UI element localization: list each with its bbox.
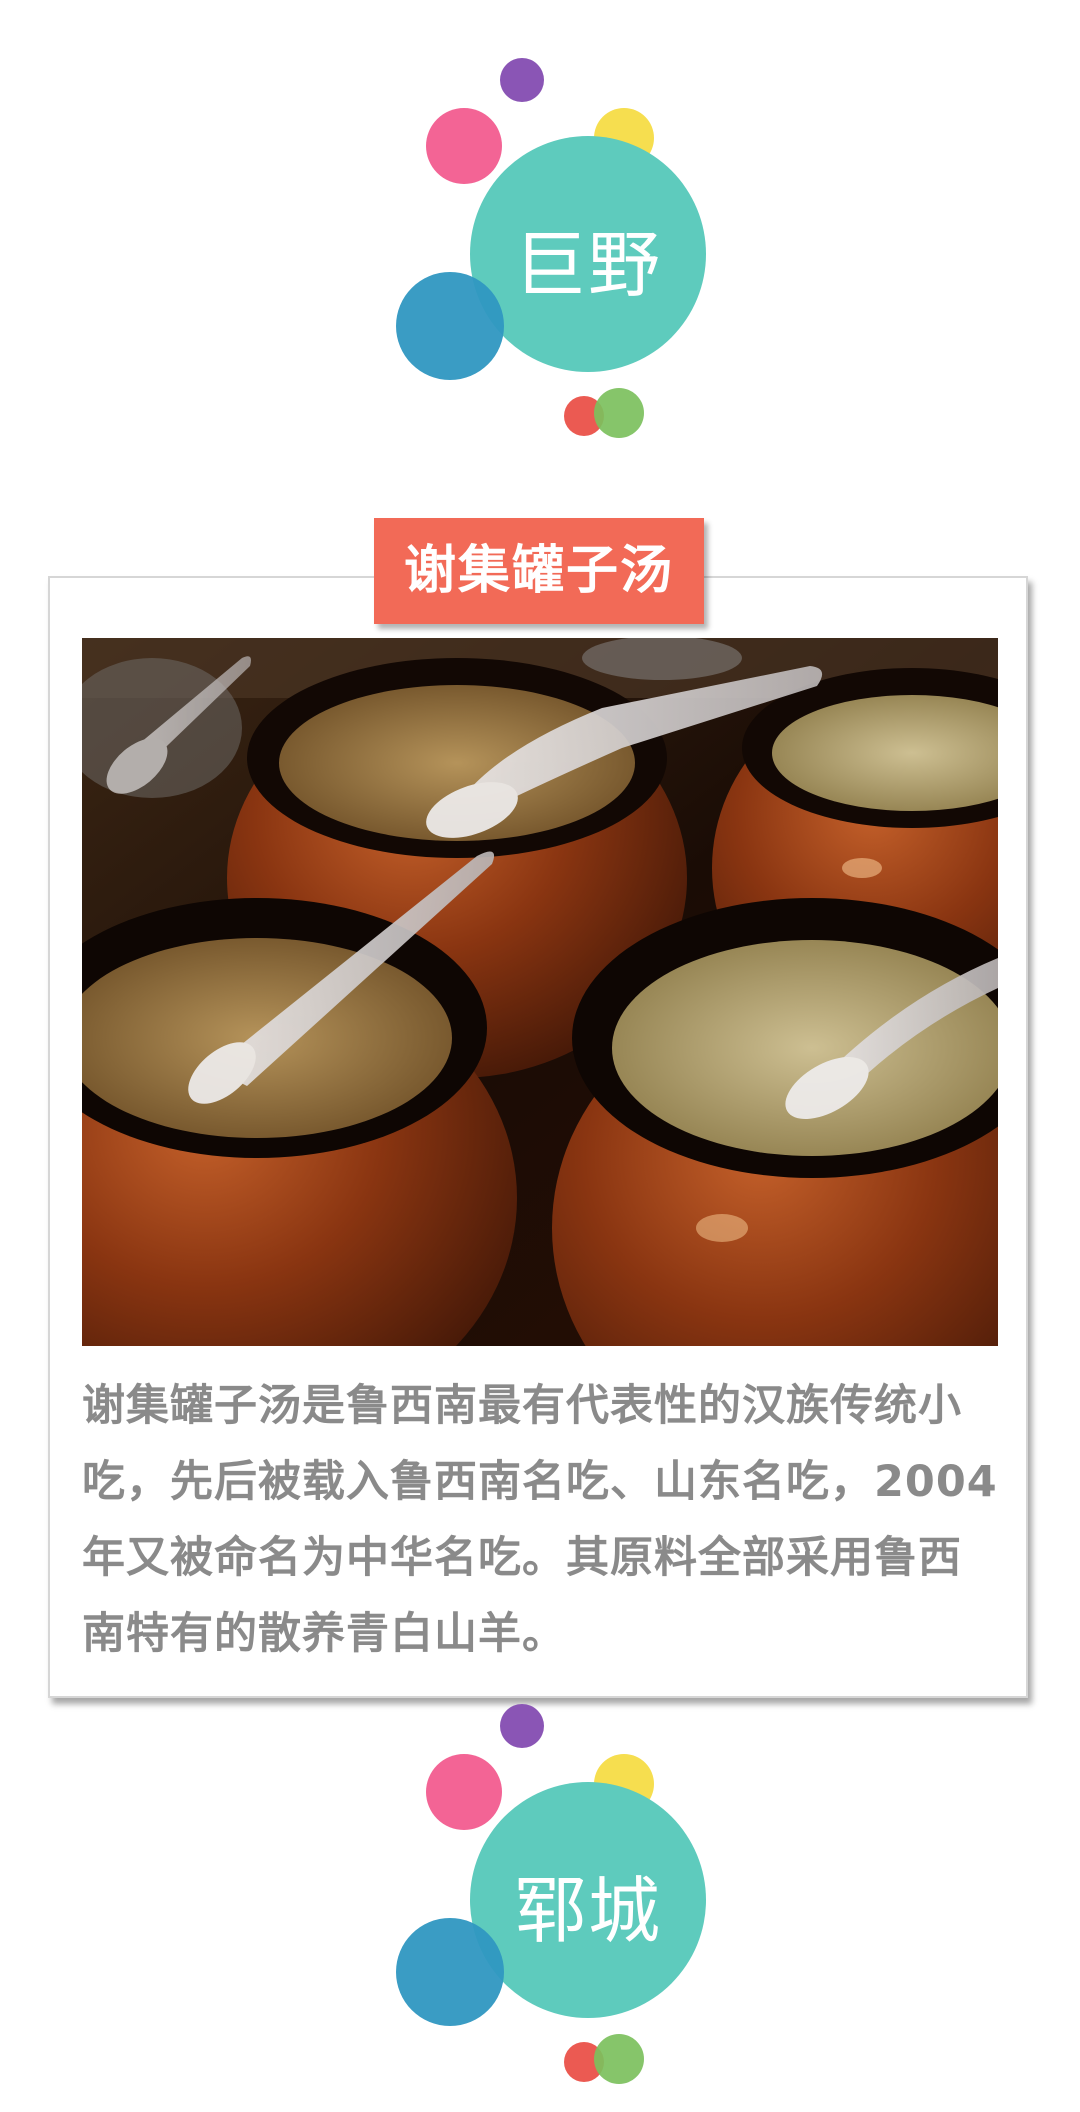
region-badge-yuncheng: 郓城 — [0, 1690, 1080, 2110]
decor-circle-green — [594, 388, 644, 438]
decor-circle-purple — [500, 58, 544, 102]
decor-circle-pink — [426, 108, 502, 184]
decor-circle-pink — [426, 1754, 502, 1830]
decor-circle-green — [594, 2034, 644, 2084]
region-badge-juye: 巨野 — [0, 0, 1080, 438]
soup-pots-image — [82, 638, 998, 1346]
dish-photo — [82, 638, 998, 1346]
dish-description: 谢集罐子汤是鲁西南最有代表性的汉族传统小吃，先后被载入鲁西南名吃、山东名吃，20… — [82, 1381, 998, 1659]
dish-title-tag: 谢集罐子汤 — [374, 518, 704, 624]
decor-circle-purple — [500, 1704, 544, 1748]
region-title: 巨野 — [513, 223, 662, 307]
region-title: 郓城 — [513, 1869, 662, 1953]
